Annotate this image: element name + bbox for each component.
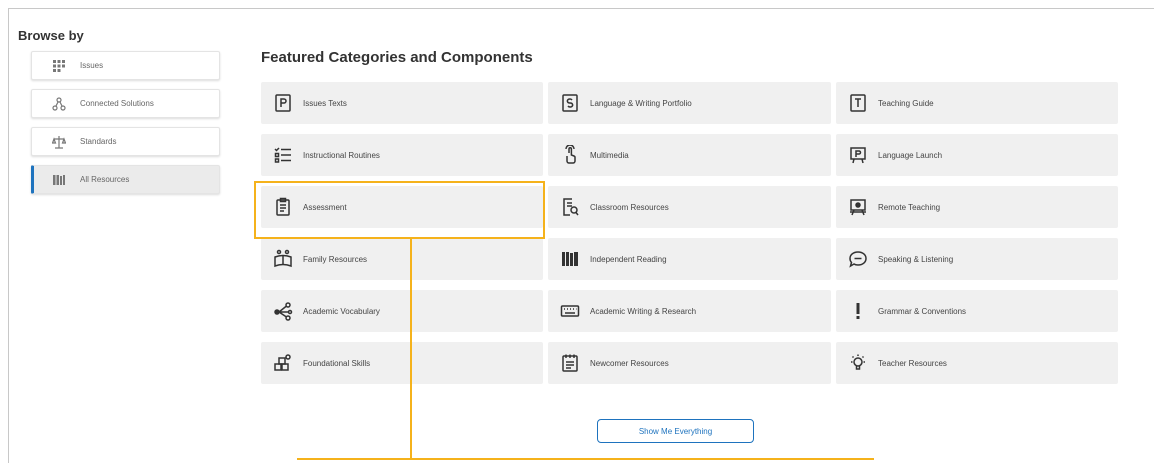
browse-sidebar: Issues Connected Solutions Standards All… (31, 51, 220, 203)
browse-item-standards[interactable]: Standards (31, 127, 220, 156)
checklist-icon (273, 145, 293, 165)
book-s-icon (560, 93, 580, 113)
tile-issues-texts[interactable]: Issues Texts (261, 82, 543, 124)
word-web-icon (273, 301, 293, 321)
tile-speaking-listening[interactable]: Speaking & Listening (836, 238, 1118, 280)
tile-label: Academic Vocabulary (303, 306, 380, 316)
tile-label: Grammar & Conventions (878, 306, 967, 316)
tile-label: Independent Reading (590, 254, 667, 264)
tile-newcomer-resources[interactable]: Newcomer Resources (548, 342, 831, 384)
exclamation-icon (848, 301, 868, 321)
book-p-icon (273, 93, 293, 113)
tile-label: Speaking & Listening (878, 254, 954, 264)
tile-independent-reading[interactable]: Independent Reading (548, 238, 831, 280)
tile-academic-writing-research[interactable]: Academic Writing & Research (548, 290, 831, 332)
document-search-icon (560, 197, 580, 217)
lightbulb-icon (848, 353, 868, 373)
browse-item-label: Connected Solutions (80, 99, 154, 108)
tile-label: Academic Writing & Research (590, 306, 697, 316)
tile-label: Issues Texts (303, 98, 347, 108)
tile-teacher-resources[interactable]: Teacher Resources (836, 342, 1118, 384)
tile-label: Foundational Skills (303, 358, 371, 368)
grid-icon (52, 59, 66, 73)
browse-item-issues[interactable]: Issues (31, 51, 220, 80)
browse-item-label: Issues (80, 61, 104, 70)
featured-heading: Featured Categories and Components (261, 49, 533, 66)
scale-icon (52, 135, 66, 149)
highlight-box (254, 181, 545, 239)
keyboard-icon (560, 301, 580, 321)
speech-bubble-icon (848, 249, 868, 269)
bookshelf-icon (560, 249, 580, 269)
highlight-callout-edge (297, 458, 874, 460)
touch-icon (560, 145, 580, 165)
calendar-doc-icon (560, 353, 580, 373)
browse-item-all-resources[interactable]: All Resources (31, 165, 220, 194)
family-book-icon (273, 249, 293, 269)
book-t-icon (848, 93, 868, 113)
network-icon (52, 96, 66, 111)
tile-grammar-conventions[interactable]: Grammar & Conventions (836, 290, 1118, 332)
tile-language-launch[interactable]: Language Launch (836, 134, 1118, 176)
browse-item-connected-solutions[interactable]: Connected Solutions (31, 89, 220, 118)
tile-label: Family Resources (303, 254, 368, 264)
tile-instructional-routines[interactable]: Instructional Routines (261, 134, 543, 176)
tile-foundational-skills[interactable]: Foundational Skills (261, 342, 543, 384)
tile-label: Language & Writing Portfolio (590, 98, 692, 108)
tile-label: Language Launch (878, 150, 943, 160)
tile-teaching-guide[interactable]: Teaching Guide (836, 82, 1118, 124)
tile-language-writing-portfolio[interactable]: Language & Writing Portfolio (548, 82, 831, 124)
easel-icon (848, 197, 868, 217)
tile-multimedia[interactable]: Multimedia (548, 134, 831, 176)
tile-classroom-resources[interactable]: Classroom Resources (548, 186, 831, 228)
browse-by-heading: Browse by (18, 28, 84, 43)
books-icon (52, 173, 66, 187)
highlight-connector (410, 239, 412, 460)
tile-label: Newcomer Resources (590, 358, 669, 368)
tile-label: Multimedia (590, 150, 629, 160)
presentation-p-icon (848, 145, 868, 165)
tile-label: Teaching Guide (878, 98, 934, 108)
tile-label: Classroom Resources (590, 202, 669, 212)
browse-item-label: All Resources (80, 175, 130, 184)
show-me-everything-button[interactable]: Show Me Everything (597, 419, 754, 443)
tile-label: Remote Teaching (878, 202, 941, 212)
tile-family-resources[interactable]: Family Resources (261, 238, 543, 280)
tile-label: Teacher Resources (878, 358, 947, 368)
tile-remote-teaching[interactable]: Remote Teaching (836, 186, 1118, 228)
tile-academic-vocabulary[interactable]: Academic Vocabulary (261, 290, 543, 332)
browse-item-label: Standards (80, 137, 117, 146)
tile-label: Instructional Routines (303, 150, 380, 160)
blocks-icon (273, 353, 293, 373)
